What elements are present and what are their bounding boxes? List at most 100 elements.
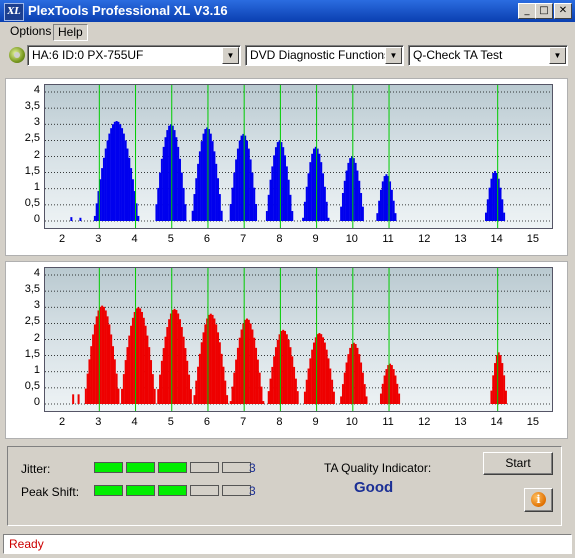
data-bar xyxy=(70,217,73,221)
data-bar xyxy=(345,170,348,221)
data-bar xyxy=(379,393,382,404)
data-bar xyxy=(86,373,89,404)
data-bar xyxy=(117,388,120,404)
drive-select[interactable]: HA:6 ID:0 PX-755UF ▼ xyxy=(9,45,241,66)
data-bar xyxy=(104,148,107,221)
data-bar xyxy=(195,178,198,221)
data-bar xyxy=(499,355,502,404)
data-bar xyxy=(276,142,279,221)
data-bar xyxy=(150,360,153,404)
menu-help[interactable]: Help xyxy=(53,24,88,41)
data-bar xyxy=(492,172,495,221)
data-bar xyxy=(274,147,277,221)
x-tick-label: 13 xyxy=(454,233,467,245)
data-bar xyxy=(160,158,163,221)
data-bar xyxy=(378,200,381,221)
data-bar xyxy=(198,151,201,221)
status-text: Ready xyxy=(9,537,44,551)
data-bar xyxy=(162,146,165,221)
data-bar xyxy=(303,391,306,404)
data-bar xyxy=(383,176,386,221)
close-button[interactable]: ✕ xyxy=(554,3,572,19)
data-bar xyxy=(153,388,156,404)
data-bar xyxy=(349,158,352,221)
data-bar xyxy=(217,332,220,404)
start-button[interactable]: Start xyxy=(483,452,553,475)
data-bar xyxy=(218,342,221,404)
data-bar xyxy=(84,388,87,404)
data-bar xyxy=(394,213,397,221)
data-bar xyxy=(177,313,180,404)
chevron-down-icon[interactable]: ▼ xyxy=(385,47,402,64)
data-bar xyxy=(504,390,507,404)
x-tick-label: 6 xyxy=(203,233,211,245)
chevron-down-icon[interactable]: ▼ xyxy=(222,47,239,64)
function-select[interactable]: DVD Diagnostic Functions ▼ xyxy=(245,45,404,66)
y-tick-label: 0 xyxy=(33,213,40,225)
data-bar xyxy=(175,310,178,404)
data-bar xyxy=(160,360,163,404)
data-bar xyxy=(361,372,364,404)
data-bar xyxy=(285,166,288,221)
data-bar xyxy=(341,384,344,404)
data-bar xyxy=(392,200,395,221)
data-bar xyxy=(356,170,359,221)
data-bar xyxy=(363,384,366,404)
disc-drive-icon xyxy=(9,47,25,63)
jitter-value: 3 xyxy=(249,461,256,475)
data-bar xyxy=(164,137,167,221)
data-bar xyxy=(249,323,252,404)
data-bar xyxy=(251,329,254,404)
meter-segment xyxy=(158,485,187,496)
data-bar xyxy=(294,378,297,404)
data-bar xyxy=(245,140,248,221)
data-bar xyxy=(173,130,176,221)
data-bar xyxy=(322,173,325,221)
data-bar xyxy=(188,374,191,404)
data-bar xyxy=(501,199,504,221)
x-tick-label: 13 xyxy=(454,416,467,428)
data-bar xyxy=(307,368,310,404)
meter-segment xyxy=(222,485,251,496)
minimize-button[interactable]: _ xyxy=(518,3,536,19)
data-bar xyxy=(215,324,218,404)
x-tick-label: 12 xyxy=(418,416,431,428)
info-button[interactable]: i xyxy=(524,488,553,512)
test-select[interactable]: Q-Check TA Test ▼ xyxy=(408,45,568,66)
data-bar xyxy=(128,335,131,404)
data-bar xyxy=(126,148,129,221)
data-bar xyxy=(267,391,270,404)
data-bar xyxy=(184,348,187,404)
data-bar xyxy=(311,153,314,221)
data-bar xyxy=(503,375,506,404)
data-bar xyxy=(175,137,178,221)
data-bar xyxy=(392,369,395,404)
data-bar xyxy=(195,380,198,404)
data-bar xyxy=(287,179,290,221)
x-tick-label: 11 xyxy=(382,416,394,428)
data-bar xyxy=(209,313,212,404)
data-bar xyxy=(247,319,250,404)
data-bar xyxy=(267,194,270,221)
menu-options[interactable]: Options xyxy=(6,24,55,39)
data-bar xyxy=(124,360,127,404)
data-bar xyxy=(126,347,129,404)
data-bar xyxy=(276,339,279,404)
data-bar xyxy=(79,217,82,221)
maximize-button[interactable]: □ xyxy=(535,3,553,19)
data-bar xyxy=(289,194,292,221)
y-tick-label: 3,5 xyxy=(24,100,40,113)
chevron-down-icon[interactable]: ▼ xyxy=(549,47,566,64)
data-bar xyxy=(354,344,357,404)
jitter-plot-area xyxy=(44,84,553,229)
x-tick-label: 12 xyxy=(418,233,431,245)
data-bar xyxy=(229,401,232,404)
data-bar xyxy=(327,217,330,221)
data-bar xyxy=(110,128,113,221)
data-bar xyxy=(122,133,125,221)
x-tick-label: 9 xyxy=(312,416,319,428)
data-bar xyxy=(245,318,248,404)
data-bar xyxy=(77,394,80,404)
data-bar xyxy=(255,204,258,221)
info-icon: i xyxy=(531,492,546,507)
